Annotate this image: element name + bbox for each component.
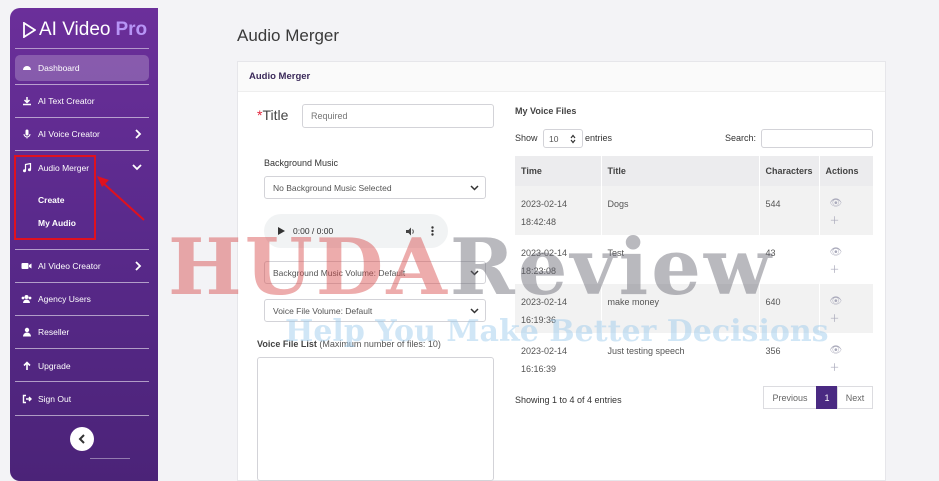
title-input[interactable]: [302, 104, 494, 128]
pagination-page-1[interactable]: 1: [816, 386, 838, 409]
divider: [15, 348, 149, 349]
dashboard-icon: [21, 63, 32, 74]
row-actions: 👁 ＋: [819, 186, 874, 235]
plus-icon[interactable]: ＋: [826, 262, 874, 280]
sidebar-item-label: AI Text Creator: [38, 96, 95, 106]
chevron-left-icon: [78, 434, 85, 444]
highlight-box: [14, 155, 96, 240]
page-title: Audio Merger: [237, 26, 340, 45]
pagination-next[interactable]: Next: [837, 386, 873, 409]
column-header-title[interactable]: Title: [601, 156, 760, 186]
column-header-actions: Actions: [819, 156, 874, 186]
background-music-select[interactable]: No Background Music Selected: [264, 176, 486, 199]
search-label: Search:: [725, 133, 757, 143]
column-header-characters[interactable]: Characters: [759, 156, 820, 186]
divider: [15, 415, 149, 416]
eye-icon[interactable]: 👁: [826, 293, 874, 311]
divider: [15, 315, 149, 316]
watermark-tagline: Help You Make Better Decisions: [285, 314, 829, 349]
divider: [15, 381, 149, 382]
plus-icon[interactable]: ＋: [826, 213, 874, 231]
sidebar-item-label: AI Voice Creator: [38, 129, 100, 139]
watermark-logo: HUDAReview: [168, 222, 774, 313]
plus-icon[interactable]: ＋: [826, 360, 874, 378]
eye-icon[interactable]: 👁: [826, 244, 874, 262]
download-icon: [21, 96, 32, 107]
title-label-text: Title: [262, 107, 289, 123]
search-input[interactable]: [761, 129, 873, 148]
play-logo-icon: [23, 22, 36, 38]
sign-out-icon: [21, 394, 32, 405]
voice-file-list-box[interactable]: [257, 357, 494, 481]
chevron-down-icon: [470, 184, 479, 191]
column-header-time[interactable]: Time: [515, 156, 602, 186]
sidebar-item-label: Dashboard: [38, 63, 80, 73]
divider: [15, 249, 149, 250]
watermark-part1: HUDA: [168, 222, 450, 313]
chevron-right-icon: [135, 261, 142, 271]
app-logo[interactable]: AI Video Pro: [22, 18, 147, 42]
entries-label: entries: [585, 133, 613, 143]
sidebar-collapse-button[interactable]: [70, 427, 94, 451]
entries-select[interactable]: 10: [543, 129, 583, 148]
divider: [15, 282, 149, 283]
background-music-label: Background Music: [264, 158, 339, 168]
divider: [15, 150, 149, 151]
row-clock: 16:16:39: [521, 364, 557, 374]
brand-name: AI Video: [39, 19, 111, 40]
card-header: Audio Merger: [238, 62, 885, 92]
sort-arrows-icon: [570, 134, 576, 143]
sidebar-item-ai-video-creator[interactable]: AI Video Creator: [15, 253, 149, 279]
pagination-previous[interactable]: Previous: [763, 386, 817, 409]
sidebar-item-label: Agency Users: [38, 294, 91, 304]
background-music-value: No Background Music Selected: [273, 182, 392, 193]
divider: [15, 117, 149, 118]
table-info: Showing 1 to 4 of 4 entries: [515, 395, 622, 405]
annotation-arrow: [97, 176, 145, 221]
sidebar-item-reseller[interactable]: Reseller: [15, 319, 149, 345]
sidebar-item-label: Sign Out: [38, 394, 72, 404]
logo-divider: [15, 48, 149, 49]
sidebar-item-agency-users[interactable]: Agency Users: [15, 286, 149, 312]
show-label: Show: [515, 133, 538, 143]
chevron-right-icon: [135, 129, 142, 139]
sidebar-item-sign-out[interactable]: Sign Out: [15, 386, 149, 412]
users-icon: [21, 294, 32, 305]
sidebar-item-label: Reseller: [38, 327, 70, 337]
divider: [90, 458, 130, 459]
entries-value: 10: [549, 133, 559, 144]
video-camera-icon: [21, 261, 32, 272]
arrow-up-icon: [21, 361, 32, 372]
divider: [15, 84, 149, 85]
sidebar-item-dashboard[interactable]: Dashboard: [15, 55, 149, 81]
plus-icon[interactable]: ＋: [826, 311, 874, 329]
title-label: *Title: [257, 107, 288, 123]
row-date: 2023-02-14: [521, 199, 568, 209]
watermark-part2: Review: [449, 222, 775, 313]
table-header-row: Time Title Characters Actions: [515, 156, 874, 186]
brand-pro: Pro: [115, 19, 148, 40]
user-icon: [21, 327, 32, 338]
sidebar-item-label: AI Video Creator: [38, 261, 101, 271]
sidebar-item-label: Upgrade: [38, 361, 71, 371]
microphone-icon: [21, 129, 32, 140]
sidebar-item-ai-voice-creator[interactable]: AI Voice Creator: [15, 121, 149, 147]
my-voice-files-heading: My Voice Files: [515, 106, 577, 116]
sidebar-item-ai-text-creator[interactable]: AI Text Creator: [15, 88, 149, 114]
eye-icon[interactable]: 👁: [826, 342, 874, 360]
eye-icon[interactable]: 👁: [826, 195, 874, 213]
sidebar-item-upgrade[interactable]: Upgrade: [15, 353, 149, 379]
row-actions: 👁 ＋: [819, 235, 874, 284]
